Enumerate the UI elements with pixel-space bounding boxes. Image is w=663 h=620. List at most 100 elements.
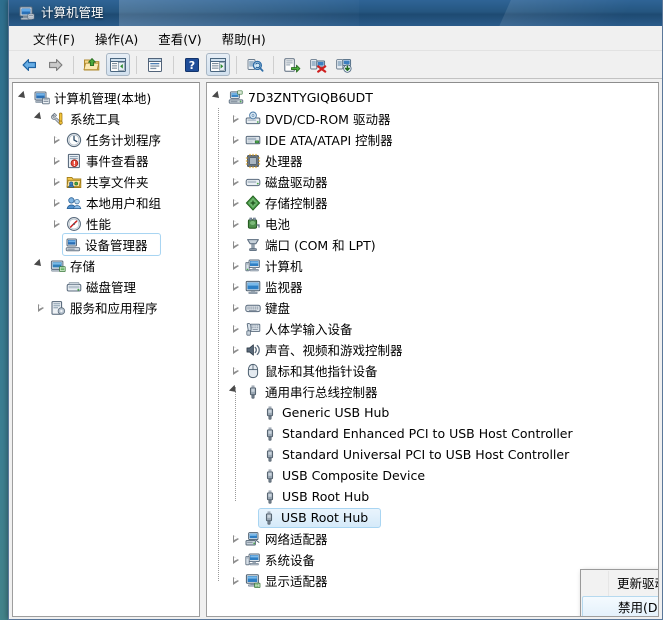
console-tree-item[interactable]: 共享文件夹 [13,171,199,192]
device-tree-item-label: USB Root Hub [281,510,374,525]
device-tree-item[interactable]: 监视器 [207,276,658,297]
show-hide-tree-button[interactable] [106,53,130,76]
twisty-expanded-icon[interactable] [17,87,32,108]
disk-management-icon [66,279,82,295]
up-folder-button[interactable] [80,53,104,76]
console-tree-item[interactable]: 任务计划程序 [13,129,199,150]
device-tree-item[interactable]: 网络适配器 [207,528,658,549]
display-adapter-icon [245,573,261,589]
device-tree-root[interactable]: 7D3ZNTYGIQB6UDT [207,87,658,108]
console-tree-item[interactable]: 磁盘管理 [13,276,199,297]
device-tree-item[interactable]: IDE ATA/ATAPI 控制器 [207,129,658,150]
forward-button[interactable] [43,53,67,76]
twisty-collapsed-icon[interactable] [49,129,64,150]
device-tree-item[interactable]: Generic USB Hub [207,402,658,423]
toolbar-separator [136,56,137,74]
ctx-disable[interactable]: 禁用(D) [582,596,659,617]
console-tree-item[interactable]: 本地用户和组 [13,192,199,213]
device-tree-item[interactable]: DVD/CD-ROM 驱动器 [207,108,658,129]
twisty-collapsed-icon[interactable] [49,213,64,234]
device-tree-item[interactable]: 通用串行总线控制器 [207,381,658,402]
storage-icon [50,258,66,274]
twisty-collapsed-icon[interactable] [228,213,243,234]
twisty-expanded-icon[interactable] [33,108,48,129]
sound-video-game-icon [245,342,261,358]
properties-button[interactable] [143,53,167,76]
tree-connector-line [218,108,219,581]
console-tree-item[interactable]: 计算机管理(本地) [13,87,199,108]
monitor-icon [245,279,261,295]
scan-hardware-button[interactable] [332,53,356,76]
usb-icon [262,405,278,421]
twisty-collapsed-icon[interactable] [228,297,243,318]
device-tree-item[interactable]: 处理器 [207,150,658,171]
twisty-collapsed-icon[interactable] [228,129,243,150]
show-action-pane-button[interactable] [206,53,230,76]
menu-file[interactable]: 文件(F) [23,26,85,51]
help-button[interactable]: ? [180,53,204,76]
menu-view[interactable]: 查看(V) [148,26,211,51]
device-tree-item[interactable]: USB Root Hub [207,486,658,507]
twisty-expanded-icon[interactable] [211,87,226,108]
twisty-collapsed-icon[interactable] [49,150,64,171]
twisty-collapsed-icon[interactable] [228,318,243,339]
twisty-collapsed-icon[interactable] [228,570,243,591]
titlebar-glass-highlight [119,0,359,26]
keyboard-icon [245,300,261,316]
twisty-collapsed-icon[interactable] [228,150,243,171]
back-button[interactable] [17,53,41,76]
console-tree-item[interactable]: 服务和应用程序 [13,297,199,318]
computer-management-icon [19,5,35,21]
device-tree-item[interactable]: Standard Universal PCI to USB Host Contr… [207,444,658,465]
device-tree-item[interactable]: 人体学输入设备 [207,318,658,339]
menu-help[interactable]: 帮助(H) [212,26,276,51]
device-tree-item[interactable]: Standard Enhanced PCI to USB Host Contro… [207,423,658,444]
device-tree-pane[interactable]: 7D3ZNTYGIQB6UDTDVD/CD-ROM 驱动器IDE ATA/ATA… [206,82,659,617]
twisty-collapsed-icon[interactable] [33,297,48,318]
device-tree-item[interactable]: 声音、视频和游戏控制器 [207,339,658,360]
twisty-collapsed-icon[interactable] [228,192,243,213]
console-tree-item[interactable]: 设备管理器 [13,234,199,255]
device-tree-item[interactable]: 存储控制器 [207,192,658,213]
uninstall-device-button[interactable] [306,53,330,76]
refresh-button[interactable] [243,53,267,76]
twisty-collapsed-icon[interactable] [228,234,243,255]
twisty-collapsed-icon[interactable] [49,192,64,213]
twisty-collapsed-icon[interactable] [228,171,243,192]
device-tree-item[interactable]: 键盘 [207,297,658,318]
context-menu: 更新驱动程序软件(P)...禁用(D)卸载(U)扫描检测硬件改动(A)属性(R) [580,569,659,617]
twisty-collapsed-icon[interactable] [228,549,243,570]
console-tree-item[interactable]: 系统工具 [13,108,199,129]
device-tree-item[interactable]: 端口 (COM 和 LPT) [207,234,658,255]
twisty-collapsed-icon[interactable] [228,528,243,549]
device-tree-item[interactable]: 计算机 [207,255,658,276]
device-tree-item[interactable]: 电池 [207,213,658,234]
device-tree-item[interactable]: 鼠标和其他指针设备 [207,360,658,381]
twisty-collapsed-icon[interactable] [228,339,243,360]
device-tree-item[interactable]: USB Composite Device [207,465,658,486]
console-tree-item[interactable]: 性能 [13,213,199,234]
console-tree-item[interactable]: 存储 [13,255,199,276]
twisty-collapsed-icon[interactable] [228,276,243,297]
device-tree-item-label: Standard Universal PCI to USB Host Contr… [282,447,575,462]
menu-action[interactable]: 操作(A) [85,26,148,51]
usb-icon [262,468,278,484]
ctx-update-driver[interactable]: 更新驱动程序软件(P)... [581,572,659,596]
twisty-collapsed-icon[interactable] [228,360,243,381]
console-tree-pane[interactable]: 计算机管理(本地)系统工具任务计划程序事件查看器共享文件夹本地用户和组性能设备管… [12,82,200,617]
twisty-collapsed-icon[interactable] [228,108,243,129]
twisty-expanded-icon[interactable] [33,255,48,276]
device-tree-item-label: 鼠标和其他指针设备 [265,361,384,380]
console-tree-item-label: 存储 [70,256,101,275]
device-tree-item[interactable]: 系统设备 [207,549,658,570]
usb-icon [245,384,261,400]
twisty-collapsed-icon[interactable] [228,255,243,276]
device-tree-item[interactable]: USB Root Hub [207,507,658,528]
export-list-button[interactable] [280,53,304,76]
device-tree-item[interactable]: 磁盘驱动器 [207,171,658,192]
device-tree-item-label: USB Composite Device [282,468,431,483]
computer-root-icon [228,90,244,106]
twisty-collapsed-icon[interactable] [49,171,64,192]
console-tree-item[interactable]: 事件查看器 [13,150,199,171]
title-bar[interactable]: 计算机管理 [9,0,662,26]
